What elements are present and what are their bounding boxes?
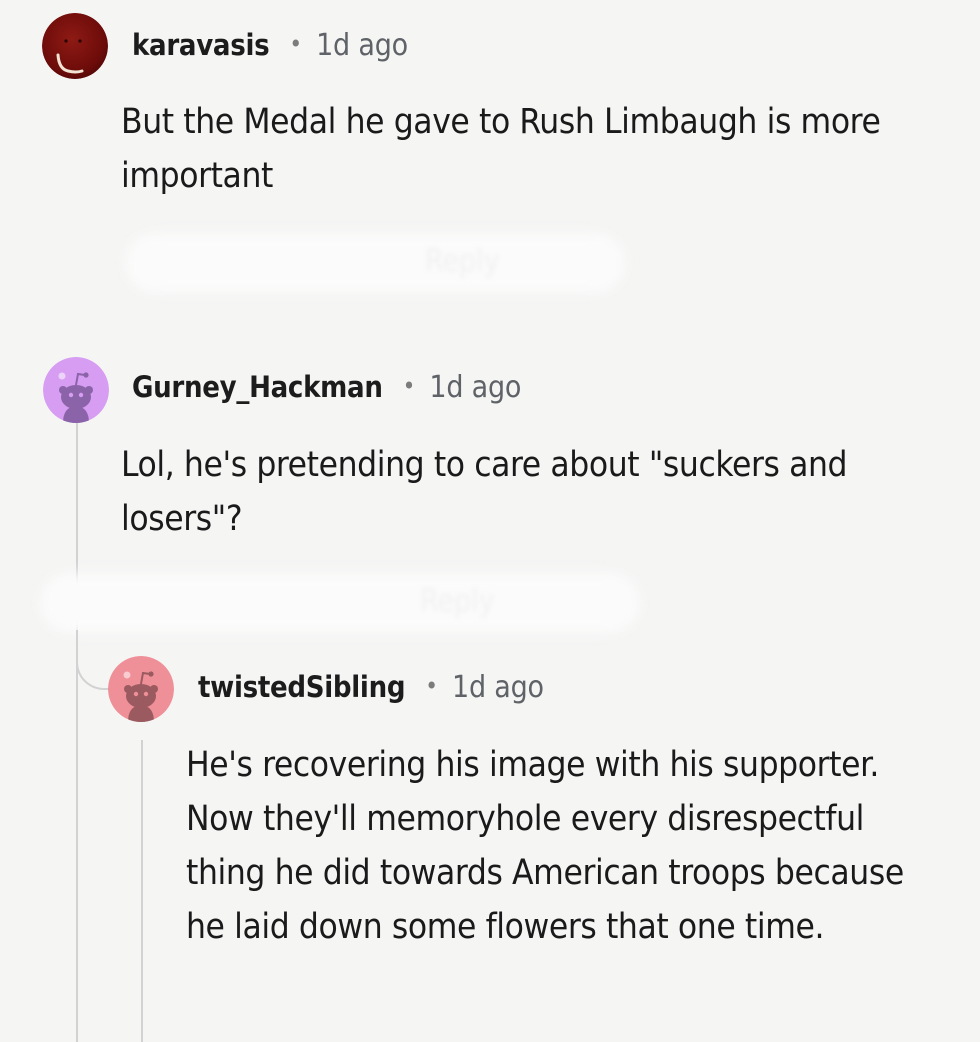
username[interactable]: karavasis xyxy=(132,28,270,62)
comment-body: But the Medal he gave to Rush Limbaugh i… xyxy=(121,102,881,196)
avatar[interactable] xyxy=(43,357,109,423)
separator-dot: • xyxy=(289,30,303,58)
snoo-avatar-icon xyxy=(43,357,109,423)
snoo-avatar-icon xyxy=(108,656,174,722)
timestamp[interactable]: 1d ago xyxy=(452,670,544,705)
avatar[interactable] xyxy=(108,656,174,722)
custom-avatar-icon xyxy=(42,13,108,79)
reply-button[interactable]: Reply xyxy=(420,584,495,619)
comment-actions xyxy=(40,573,640,633)
avatar[interactable] xyxy=(42,13,108,79)
thread-line xyxy=(141,740,143,1042)
comment-header: Gurney_Hackman • 1d ago xyxy=(132,370,521,405)
username[interactable]: Gurney_Hackman xyxy=(132,370,383,404)
comment-actions xyxy=(125,233,625,293)
separator-dot: • xyxy=(402,372,416,400)
reply-button[interactable]: Reply xyxy=(425,244,500,279)
username[interactable]: twistedSibling xyxy=(198,670,406,704)
comment-body: Lol, he's pretending to care about "suck… xyxy=(121,445,848,539)
comment-header: karavasis • 1d ago xyxy=(132,28,408,63)
thread-connector xyxy=(76,630,110,690)
separator-dot: • xyxy=(425,672,438,700)
comment-header: twistedSibling • 1d ago xyxy=(198,670,544,705)
comment-body: He's recovering his image with his suppo… xyxy=(186,745,904,947)
thread-line xyxy=(76,412,78,1042)
timestamp[interactable]: 1d ago xyxy=(429,370,521,405)
timestamp[interactable]: 1d ago xyxy=(316,28,408,63)
